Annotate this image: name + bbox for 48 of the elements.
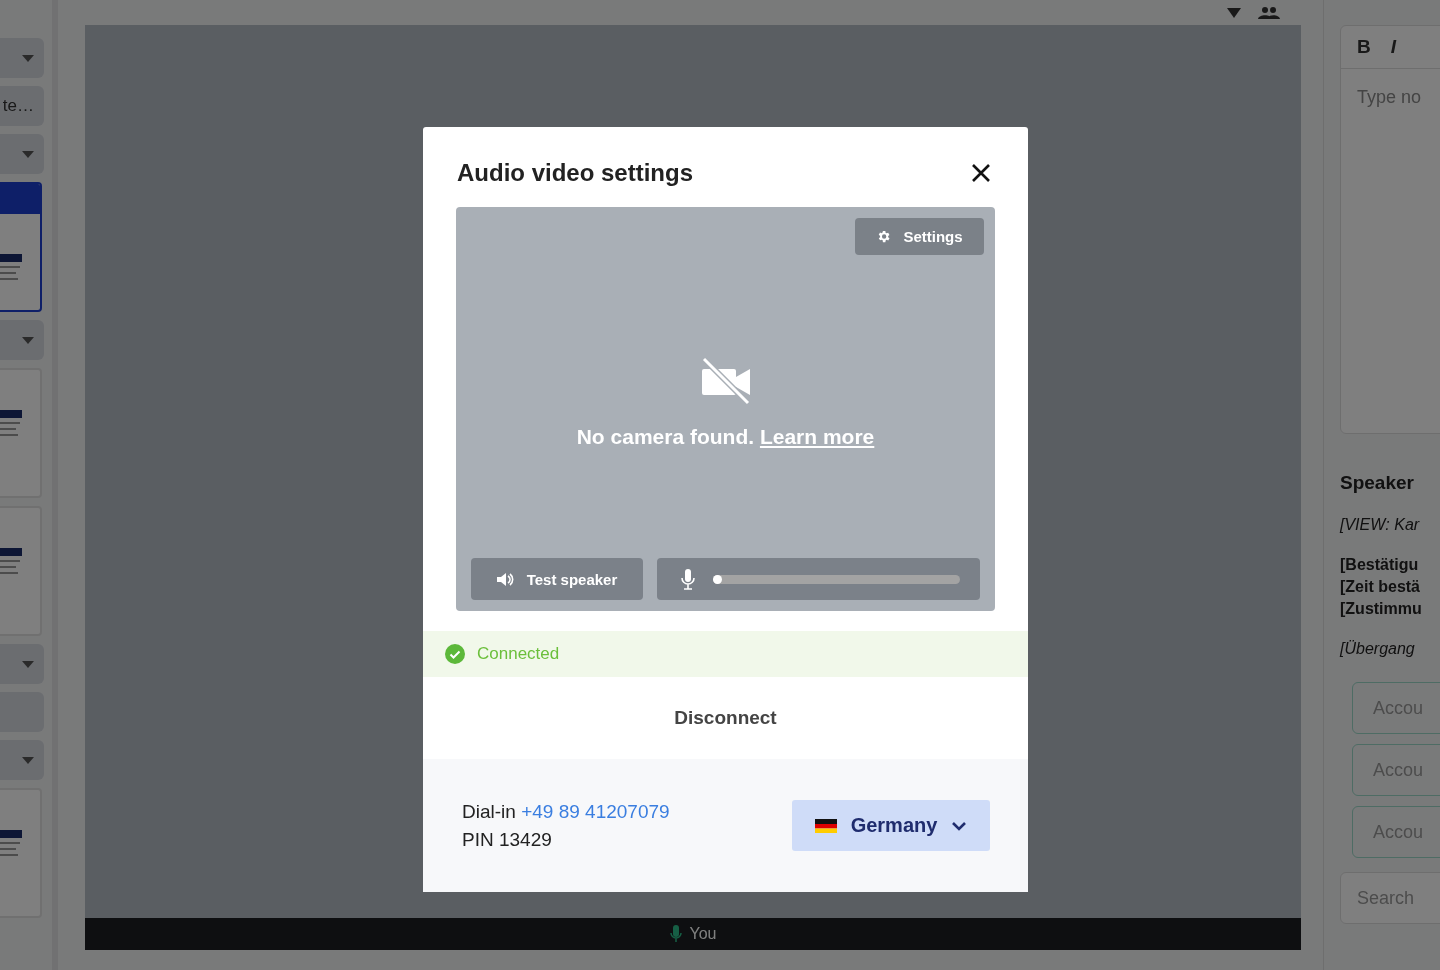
slide-thumbnail[interactable] xyxy=(0,182,42,312)
status-text: Connected xyxy=(477,644,560,664)
slide-header xyxy=(0,184,40,214)
close-button[interactable] xyxy=(970,162,992,184)
learn-more-link[interactable]: Learn more xyxy=(759,424,875,448)
test-speaker-button[interactable]: Test speaker xyxy=(471,558,643,600)
collapsed-section[interactable] xyxy=(0,134,44,174)
microphone-icon xyxy=(669,925,682,943)
format-button[interactable]: B xyxy=(1357,36,1371,58)
collapsed-section[interactable] xyxy=(0,644,44,684)
dial-in-text: Dial-in +49 89 41207079 xyxy=(462,799,670,824)
script-line: [Zeit bestä xyxy=(1340,578,1421,596)
country-select[interactable]: Germany xyxy=(792,800,990,851)
section-heading: Speaker xyxy=(1340,472,1415,494)
disconnect-button[interactable]: Disconnect xyxy=(668,706,783,730)
script-line: [Bestätigu xyxy=(1340,556,1420,574)
pin-text: PIN 13429 xyxy=(462,827,553,852)
format-button[interactable]: I xyxy=(1390,36,1396,58)
collapsed-section[interactable] xyxy=(0,320,44,360)
collapsed-section[interactable] xyxy=(0,38,44,78)
settings-button[interactable]: Settings xyxy=(855,218,984,255)
chevron-icon xyxy=(951,820,968,831)
flag-icon xyxy=(814,818,837,833)
caret-icon xyxy=(22,54,34,62)
slide-drawing xyxy=(0,254,22,280)
participant-name: You xyxy=(689,925,717,943)
gear-icon xyxy=(876,229,892,244)
people-icon[interactable] xyxy=(1257,6,1281,19)
caret-icon xyxy=(22,660,34,668)
microphone-icon xyxy=(681,568,695,590)
notes-placeholder: Type no xyxy=(1356,86,1423,109)
notes-editor[interactable]: B I Type no xyxy=(1340,25,1440,434)
caret-icon xyxy=(22,756,34,764)
slide-drawing xyxy=(0,410,22,436)
script-line: [Übergang xyxy=(1340,640,1416,658)
section-title[interactable]: te… xyxy=(0,86,44,126)
speaker-icon xyxy=(496,571,515,587)
phone-link[interactable]: +49 89 41207079 xyxy=(521,800,670,822)
script-line: [Zustimmu xyxy=(1340,600,1423,618)
slide-drawing xyxy=(0,830,22,856)
no-camera-message: No camera found. Learn more xyxy=(576,424,875,449)
slide-drawing xyxy=(0,548,22,574)
caret-icon xyxy=(22,336,34,344)
check-icon xyxy=(445,644,465,664)
caret-icon xyxy=(22,150,34,158)
dialog-title: Audio video settings xyxy=(457,159,693,187)
script-line: [VIEW: Kar xyxy=(1340,516,1421,534)
collapsed-section[interactable] xyxy=(0,740,44,780)
